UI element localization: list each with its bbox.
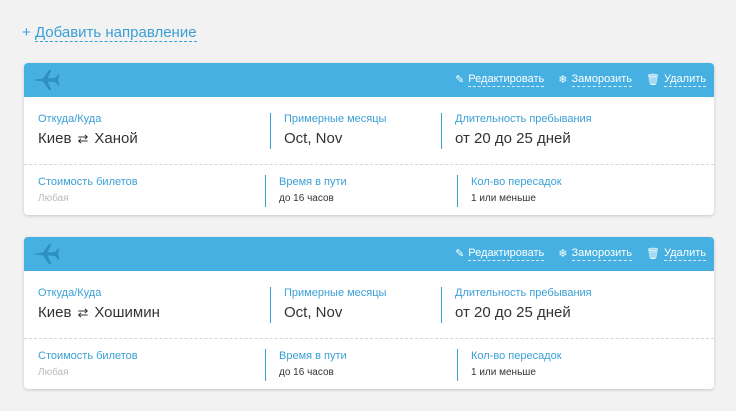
months-value: Oct, Nov bbox=[284, 130, 343, 147]
travel-time-label: Время в пути bbox=[279, 176, 347, 188]
travel-time-value: до 16 часов bbox=[279, 367, 334, 378]
duration-label: Длительность пребывания bbox=[455, 113, 592, 125]
freeze-button[interactable]: ❄ Заморозить bbox=[558, 73, 633, 87]
price-label: Стоимость билетов bbox=[38, 350, 138, 362]
card-header: ✎ Редактировать ❄ Заморозить 🗑 Удалить bbox=[24, 237, 714, 271]
trash-icon: 🗑 bbox=[646, 73, 660, 86]
delete-label: Удалить bbox=[664, 247, 706, 261]
delete-button[interactable]: 🗑 Удалить bbox=[646, 73, 706, 87]
direction-card: ✎ Редактировать ❄ Заморозить 🗑 Удалить О… bbox=[24, 63, 714, 215]
months-label: Примерные месяцы bbox=[284, 287, 387, 299]
card-actions: ✎ Редактировать ❄ Заморозить 🗑 Удалить bbox=[455, 237, 706, 271]
price-value: Любая bbox=[38, 367, 69, 378]
route-label: Откуда/Куда bbox=[38, 287, 102, 299]
price-cell[interactable]: Стоимость билетов Любая bbox=[24, 165, 265, 215]
transfers-value: 1 или меньше bbox=[471, 193, 536, 204]
from-city: Киев bbox=[38, 130, 72, 147]
transfers-value: 1 или меньше bbox=[471, 367, 536, 378]
delete-button[interactable]: 🗑 Удалить bbox=[646, 247, 706, 261]
duration-value: от 20 до 25 дней bbox=[455, 304, 571, 321]
airplane-icon bbox=[33, 244, 60, 264]
route-value: Киев ⇄ Ханой bbox=[38, 130, 138, 147]
details-row: Стоимость билетов Любая Время в пути до … bbox=[24, 165, 714, 215]
months-cell[interactable]: Примерные месяцы Oct, Nov bbox=[270, 271, 441, 338]
swap-arrows-icon: ⇄ bbox=[77, 130, 89, 146]
route-row: Откуда/Куда Киев ⇄ Ханой Примерные месяц… bbox=[24, 97, 714, 165]
edit-button[interactable]: ✎ Редактировать bbox=[455, 247, 545, 261]
travel-time-cell[interactable]: Время в пути до 16 часов bbox=[265, 165, 457, 215]
add-direction-label: Добавить направление bbox=[34, 24, 197, 42]
to-city: Хошимин bbox=[94, 304, 160, 321]
travel-time-label: Время в пути bbox=[279, 350, 347, 362]
freeze-label: Заморозить bbox=[571, 247, 633, 261]
details-row: Стоимость билетов Любая Время в пути до … bbox=[24, 339, 714, 389]
months-cell[interactable]: Примерные месяцы Oct, Nov bbox=[270, 97, 441, 164]
transfers-label: Кол-во пересадок bbox=[471, 176, 562, 188]
months-label: Примерные месяцы bbox=[284, 113, 387, 125]
transfers-cell[interactable]: Кол-во пересадок 1 или меньше bbox=[457, 339, 714, 389]
transfers-label: Кол-во пересадок bbox=[471, 350, 562, 362]
card-header: ✎ Редактировать ❄ Заморозить 🗑 Удалить bbox=[24, 63, 714, 97]
route-cell[interactable]: Откуда/Куда Киев ⇄ Ханой bbox=[24, 97, 270, 164]
from-city: Киев bbox=[38, 304, 72, 321]
plus-icon: + bbox=[22, 24, 31, 41]
transfers-cell[interactable]: Кол-во пересадок 1 или меньше bbox=[457, 165, 714, 215]
route-cell[interactable]: Откуда/Куда Киев ⇄ Хошимин bbox=[24, 271, 270, 338]
to-city: Ханой bbox=[94, 130, 138, 147]
price-cell[interactable]: Стоимость билетов Любая bbox=[24, 339, 265, 389]
snowflake-icon: ❄ bbox=[558, 73, 568, 86]
travel-time-value: до 16 часов bbox=[279, 193, 334, 204]
edit-label: Редактировать bbox=[468, 73, 545, 87]
direction-card: ✎ Редактировать ❄ Заморозить 🗑 Удалить О… bbox=[24, 237, 714, 389]
pencil-icon: ✎ bbox=[455, 247, 465, 260]
add-direction-link[interactable]: + Добавить направление bbox=[22, 24, 197, 42]
trash-icon: 🗑 bbox=[646, 247, 660, 260]
airplane-icon bbox=[33, 70, 60, 90]
price-value: Любая bbox=[38, 193, 69, 204]
freeze-label: Заморозить bbox=[571, 73, 633, 87]
swap-arrows-icon: ⇄ bbox=[77, 304, 89, 320]
duration-cell[interactable]: Длительность пребывания от 20 до 25 дней bbox=[441, 97, 714, 164]
route-row: Откуда/Куда Киев ⇄ Хошимин Примерные мес… bbox=[24, 271, 714, 339]
duration-value: от 20 до 25 дней bbox=[455, 130, 571, 147]
edit-label: Редактировать bbox=[468, 247, 545, 261]
duration-cell[interactable]: Длительность пребывания от 20 до 25 дней bbox=[441, 271, 714, 338]
travel-time-cell[interactable]: Время в пути до 16 часов bbox=[265, 339, 457, 389]
duration-label: Длительность пребывания bbox=[455, 287, 592, 299]
card-actions: ✎ Редактировать ❄ Заморозить 🗑 Удалить bbox=[455, 63, 706, 97]
months-value: Oct, Nov bbox=[284, 304, 343, 321]
edit-button[interactable]: ✎ Редактировать bbox=[455, 73, 545, 87]
route-label: Откуда/Куда bbox=[38, 113, 102, 125]
route-value: Киев ⇄ Хошимин bbox=[38, 304, 160, 321]
price-label: Стоимость билетов bbox=[38, 176, 138, 188]
delete-label: Удалить bbox=[664, 73, 706, 87]
snowflake-icon: ❄ bbox=[558, 247, 568, 260]
freeze-button[interactable]: ❄ Заморозить bbox=[558, 247, 633, 261]
pencil-icon: ✎ bbox=[455, 73, 465, 86]
